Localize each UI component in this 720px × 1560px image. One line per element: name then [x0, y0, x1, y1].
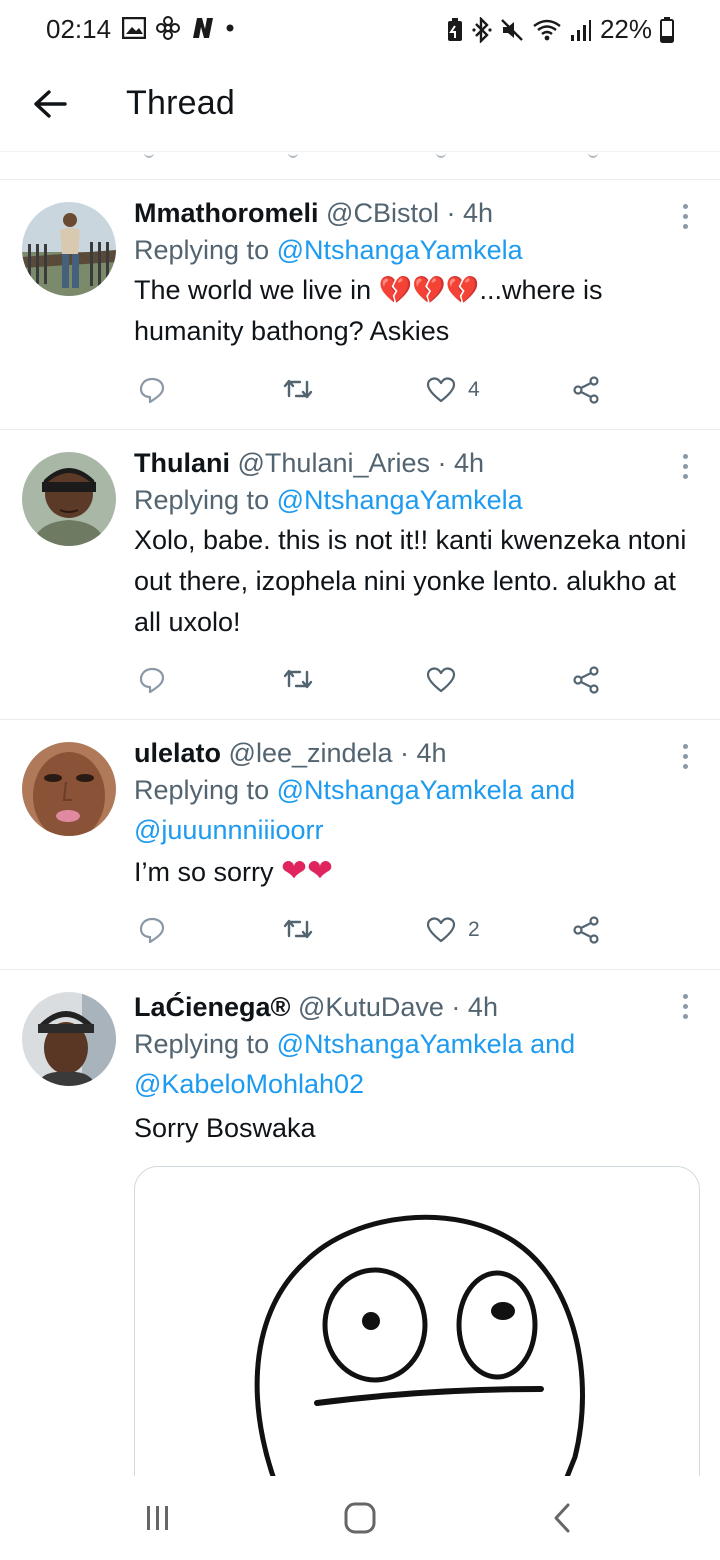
like-button[interactable]: 4 — [426, 376, 480, 404]
handle-time: @Thulani_Aries · 4h — [237, 448, 485, 478]
tweet-text: I’m so sorry ❤❤ — [134, 853, 333, 888]
status-bar: 02:14 22% — [0, 0, 720, 60]
share-button[interactable] — [572, 376, 602, 404]
page-title: Thread — [126, 84, 235, 122]
retweet-icon — [283, 379, 313, 399]
back-button[interactable] — [30, 84, 70, 124]
share-icon — [573, 916, 599, 944]
reply-icon — [139, 667, 165, 694]
share-button[interactable] — [572, 916, 602, 944]
chevron-left-icon — [554, 1503, 570, 1533]
more-options-icon[interactable] — [680, 744, 690, 769]
mute-icon — [501, 18, 523, 41]
battery-percent: 22% — [599, 14, 652, 44]
tweet-media-image[interactable] — [134, 1166, 700, 1506]
share-icon — [573, 376, 599, 404]
avatar[interactable] — [22, 202, 116, 296]
like-count: 4 — [468, 378, 480, 401]
retweet-icon — [283, 919, 313, 939]
more-options-icon[interactable] — [680, 994, 690, 1019]
avatar[interactable] — [22, 992, 116, 1086]
reply-button[interactable] — [138, 916, 166, 944]
replying-to-label: Replying to — [134, 1029, 277, 1059]
heart-icon — [426, 667, 456, 693]
like-button[interactable] — [426, 666, 456, 694]
more-options-icon[interactable] — [680, 454, 690, 479]
gallery-icon — [122, 17, 146, 39]
mention-link[interactable]: @NtshangaYamkela — [277, 485, 523, 515]
red-heart-emoji: ❤❤ — [281, 853, 333, 888]
system-nav-bar — [0, 1476, 720, 1560]
retweet-button[interactable] — [282, 666, 314, 692]
retweet-icon — [283, 669, 313, 689]
bluetooth-icon — [472, 16, 492, 43]
tweet-actions: 4 — [134, 376, 604, 416]
arrow-left-icon — [34, 90, 67, 118]
broken-heart-emoji: 💔💔💔 — [378, 275, 480, 305]
wifi-icon — [533, 19, 561, 40]
app-header: Thread — [0, 60, 720, 152]
recent-apps-button[interactable] — [128, 1498, 188, 1538]
tweet[interactable]: Thulani @Thulani_Aries · 4h Replying to … — [0, 430, 720, 720]
battery-saver-icon — [447, 17, 462, 41]
like-count: 2 — [468, 918, 480, 941]
heart-icon — [426, 917, 456, 943]
handle-time: @KutuDave · 4h — [297, 992, 498, 1022]
like-button[interactable]: 2 — [426, 916, 480, 944]
replying-to-label: Replying to — [134, 775, 277, 805]
home-button[interactable] — [330, 1498, 390, 1538]
signal-icon — [570, 19, 591, 41]
display-name[interactable]: Mmathoromeli — [134, 198, 319, 228]
home-icon — [344, 1502, 376, 1534]
battery-icon — [660, 16, 674, 43]
handle-time: @lee_zindela · 4h — [228, 738, 447, 768]
share-button[interactable] — [572, 666, 602, 694]
more-options-icon[interactable] — [680, 204, 690, 229]
handle-time: @CBistol · 4h — [326, 198, 494, 228]
display-name[interactable]: LaĆienega® — [134, 992, 290, 1022]
tweet[interactable]: Mmathoromeli @CBistol · 4h Replying to @… — [0, 180, 720, 430]
tweet-actions: 2 — [134, 916, 604, 956]
share-icon — [573, 666, 599, 694]
retweet-button[interactable] — [282, 916, 314, 942]
tweet[interactable]: ulelato @lee_zindela · 4h Replying to @N… — [0, 720, 720, 970]
heart-icon — [426, 377, 456, 403]
reply-button[interactable] — [138, 376, 166, 404]
replying-to-label: Replying to — [134, 235, 277, 265]
previous-tweet-edge — [0, 152, 720, 180]
back-nav-button[interactable] — [532, 1498, 592, 1538]
tweet-text: Xolo, babe. this is not it!! kanti kwenz… — [134, 525, 687, 637]
reply-icon — [139, 917, 165, 944]
dot-icon — [226, 24, 234, 32]
tweet-text: Sorry Boswaka — [134, 1113, 316, 1143]
n-app-icon — [193, 18, 213, 38]
reply-button[interactable] — [138, 666, 166, 694]
display-name[interactable]: ulelato — [134, 738, 221, 768]
avatar[interactable] — [22, 452, 116, 546]
status-time: 02:14 — [46, 14, 112, 44]
retweet-button[interactable] — [282, 376, 314, 402]
mention-link[interactable]: @NtshangaYamkela — [277, 235, 523, 265]
avatar[interactable] — [22, 742, 116, 836]
meme-face-image — [135, 1167, 699, 1505]
reply-icon — [139, 377, 165, 404]
tweet-text: The world we live in 💔💔💔...where is huma… — [134, 275, 603, 346]
fan-icon — [156, 16, 180, 40]
replying-to-label: Replying to — [134, 485, 277, 515]
display-name[interactable]: Thulani — [134, 448, 230, 478]
recent-apps-icon — [147, 1506, 168, 1530]
tweet-actions — [134, 666, 604, 706]
